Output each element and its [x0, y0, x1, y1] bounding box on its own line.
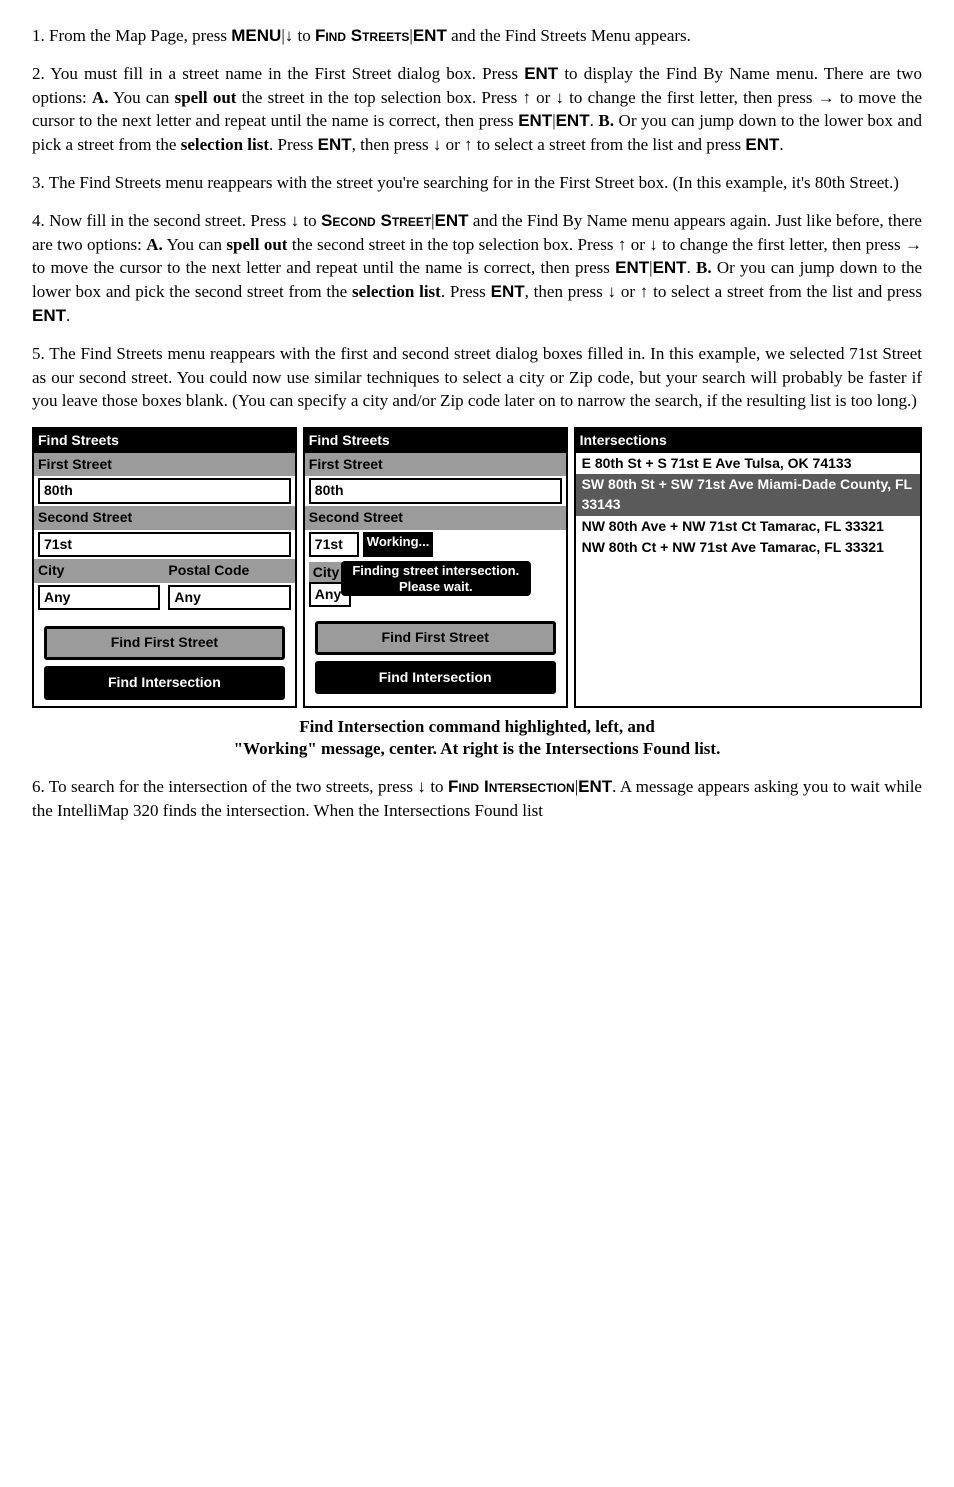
second-street-row: 71st Working... City Finding street inte…: [305, 530, 566, 608]
text: , then press ↓ or ↑ to select a street f…: [525, 282, 922, 301]
paragraph-5: 5. The Find Streets menu reappears with …: [32, 342, 922, 413]
key-ent: ENT: [578, 777, 612, 796]
key-ent: ENT: [556, 111, 590, 130]
text: .: [66, 306, 70, 325]
paragraph-1: 1. From the Map Page, press MENU|↓ to Fi…: [32, 24, 922, 48]
find-intersection-button[interactable]: Find Intersection: [44, 666, 285, 700]
second-street-label: Second Street: [305, 506, 566, 530]
city-label: City: [309, 562, 343, 584]
cmd-find-intersection: Find Intersection: [448, 777, 575, 796]
panel-title: Find Streets: [305, 429, 566, 453]
text: .: [779, 135, 783, 154]
list-item[interactable]: NW 80th Ct + NW 71st Ave Tamarac, FL 333…: [576, 537, 920, 559]
screenshots-row: Find Streets First Street 80th Second St…: [32, 427, 922, 707]
city-label: City: [34, 559, 164, 583]
intersections-panel: Intersections E 80th St + S 71st E Ave T…: [574, 427, 922, 707]
first-street-label: First Street: [305, 453, 566, 477]
caption-line-2: "Working" message, center. At right is t…: [234, 739, 721, 758]
key-ent: ENT: [518, 111, 552, 130]
emph-spell-out: spell out: [175, 88, 237, 107]
first-street-input[interactable]: 80th: [38, 478, 291, 504]
option-a: A.: [92, 88, 109, 107]
key-ent: ENT: [318, 135, 352, 154]
panel-title: Intersections: [576, 429, 920, 453]
emph-selection-list: selection list: [181, 135, 269, 154]
text: 2. You must fill in a street name in the…: [32, 64, 524, 83]
second-street-input[interactable]: 71st: [38, 532, 291, 558]
text: You can: [163, 235, 227, 254]
key-ent: ENT: [32, 306, 66, 325]
key-ent: ENT: [491, 282, 525, 301]
text: You can: [109, 88, 175, 107]
cmd-find-streets: Find Streets: [315, 26, 409, 45]
first-street-input[interactable]: 80th: [309, 478, 562, 504]
cmd-second-street: Second Street: [321, 211, 431, 230]
emph-selection-list: selection list: [352, 282, 441, 301]
paragraph-3: 3. The Find Streets menu reappears with …: [32, 171, 922, 195]
figure-caption: Find Intersection command highlighted, l…: [32, 716, 922, 762]
text: |↓ to: [281, 26, 315, 45]
list-item[interactable]: NW 80th Ave + NW 71st Ct Tamarac, FL 333…: [576, 516, 920, 538]
option-b: B.: [598, 111, 614, 130]
option-a: A.: [146, 235, 163, 254]
city-input[interactable]: Any: [38, 585, 160, 611]
text: .: [687, 258, 696, 277]
text: 6. To search for the intersection of the…: [32, 777, 448, 796]
find-first-street-button[interactable]: Find First Street: [315, 621, 556, 655]
text: 1. From the Map Page, press: [32, 26, 231, 45]
list-item[interactable]: SW 80th St + SW 71st Ave Miami-Dade Coun…: [576, 474, 920, 515]
key-ent: ENT: [745, 135, 779, 154]
find-streets-panel-center: Find Streets First Street 80th Second St…: [303, 427, 568, 707]
second-street-input[interactable]: 71st: [309, 532, 359, 558]
emph-spell-out: spell out: [226, 235, 287, 254]
paragraph-2: 2. You must fill in a street name in the…: [32, 62, 922, 157]
text: , then press ↓ or ↑ to select a street f…: [352, 135, 746, 154]
key-ent: ENT: [615, 258, 649, 277]
text: . Press: [441, 282, 491, 301]
key-menu: MENU: [231, 26, 281, 45]
option-b: B.: [696, 258, 712, 277]
paragraph-4: 4. Now fill in the second street. Press …: [32, 209, 922, 328]
text: 4. Now fill in the second street. Press …: [32, 211, 321, 230]
find-streets-panel-left: Find Streets First Street 80th Second St…: [32, 427, 297, 707]
paragraph-6: 6. To search for the intersection of the…: [32, 775, 922, 823]
key-ent: ENT: [435, 211, 469, 230]
wait-tooltip: Finding street intersection. Please wait…: [341, 561, 531, 596]
postal-code-label: Postal Code: [164, 559, 294, 583]
caption-line-1: Find Intersection command highlighted, l…: [299, 717, 655, 736]
postal-input[interactable]: Any: [168, 585, 290, 611]
find-first-street-button[interactable]: Find First Street: [44, 626, 285, 660]
working-status: Working...: [363, 532, 434, 558]
key-ent: ENT: [524, 64, 558, 83]
key-ent: ENT: [653, 258, 687, 277]
first-street-label: First Street: [34, 453, 295, 477]
text: and the Find Streets Menu appears.: [447, 26, 691, 45]
list-item[interactable]: E 80th St + S 71st E Ave Tulsa, OK 74133: [576, 453, 920, 475]
panel-title: Find Streets: [34, 429, 295, 453]
second-street-label: Second Street: [34, 506, 295, 530]
find-intersection-button[interactable]: Find Intersection: [315, 661, 556, 695]
text: . Press: [269, 135, 318, 154]
key-ent: ENT: [413, 26, 447, 45]
